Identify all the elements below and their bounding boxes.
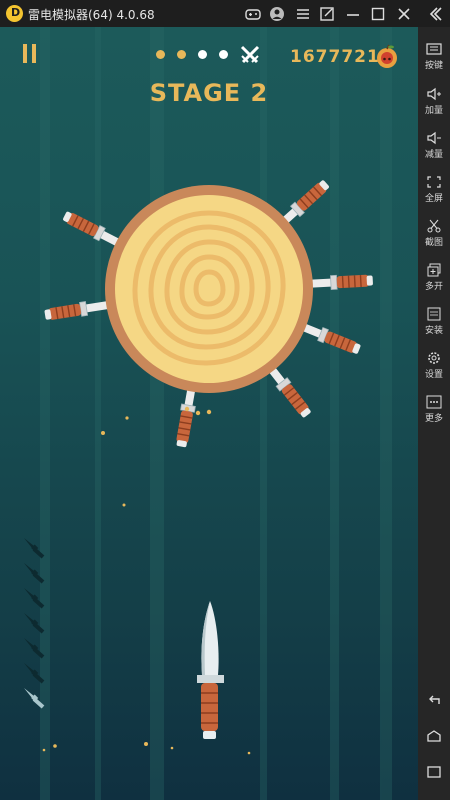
sidebar-item-label: 安装 — [424, 326, 443, 336]
volume-down-icon — [427, 131, 441, 145]
emulator-titlebar: D 雷电模拟器(64) 4.0.68 — [0, 0, 450, 27]
volume-up-icon — [427, 87, 441, 101]
knife-used-icon — [22, 586, 45, 609]
sidebar-item-label: 截图 — [424, 238, 443, 248]
player-knife[interactable] — [197, 601, 224, 739]
menu-icon[interactable] — [294, 5, 312, 23]
sidebar-item-label: 多开 — [424, 282, 443, 292]
sidebar-item-multi-instance[interactable]: 多开 — [418, 263, 450, 292]
apk-icon — [427, 307, 441, 321]
multi-open-icon — [427, 263, 441, 277]
target-log — [105, 185, 313, 393]
knife-used-icon — [22, 536, 45, 559]
sidebar-item-volume-down[interactable]: 减量 — [418, 131, 450, 160]
sidebar-item-label: 设置 — [424, 370, 443, 380]
stuck-knife — [43, 297, 113, 323]
logo-letter: D — [11, 6, 21, 19]
popout-icon[interactable] — [318, 5, 336, 23]
knife-available-icon — [22, 686, 45, 709]
knife-used-icon — [22, 611, 45, 634]
knife-used-icon — [22, 561, 45, 584]
gear-icon — [428, 352, 440, 364]
gamepad-icon[interactable] — [244, 5, 262, 23]
emulator-sidebar: 按键 加量 减量 全屏 截图 多开 安装 设置 更多 — [418, 27, 450, 800]
knives-remaining-indicator — [22, 536, 45, 709]
sidebar-item-fullscreen[interactable]: 全屏 — [418, 175, 450, 204]
sidebar-item-settings[interactable]: 设置 — [418, 351, 450, 380]
target-log-area — [42, 177, 374, 755]
fullscreen-icon — [427, 176, 441, 188]
user-icon[interactable] — [268, 5, 286, 23]
sidebar-item-more[interactable]: 更多 — [418, 395, 450, 424]
collapse-icon[interactable] — [426, 5, 444, 23]
home-icon[interactable] — [426, 729, 442, 743]
more-icon — [426, 395, 442, 409]
scissors-icon — [427, 219, 441, 233]
keyboard-icon — [426, 43, 442, 55]
recents-icon[interactable] — [426, 765, 442, 779]
knife-used-icon — [22, 661, 45, 684]
close-icon[interactable] — [395, 5, 413, 23]
emulator-logo-icon: D — [6, 5, 23, 22]
sparkles — [42, 406, 251, 755]
game-viewport[interactable]: 16777215 STAGE 2 — [0, 27, 418, 800]
sidebar-item-label: 减量 — [424, 150, 443, 160]
sidebar-item-label: 加量 — [424, 106, 443, 116]
window-title: 雷电模拟器(64) 4.0.68 — [28, 8, 155, 22]
sidebar-item-label: 全屏 — [424, 194, 443, 204]
sidebar-item-screenshot[interactable]: 截图 — [418, 219, 450, 248]
sidebar-item-label: 更多 — [424, 414, 443, 424]
stuck-knife — [305, 272, 374, 292]
sidebar-item-install-apk[interactable]: 安装 — [418, 307, 450, 336]
minimize-icon[interactable] — [344, 5, 362, 23]
knife-used-icon — [22, 636, 45, 659]
sidebar-item-volume-up[interactable]: 加量 — [418, 87, 450, 116]
back-icon[interactable] — [426, 693, 442, 707]
maximize-icon[interactable] — [369, 5, 387, 23]
sidebar-item-label: 按键 — [424, 61, 443, 71]
sidebar-item-keymap[interactable]: 按键 — [418, 42, 450, 71]
